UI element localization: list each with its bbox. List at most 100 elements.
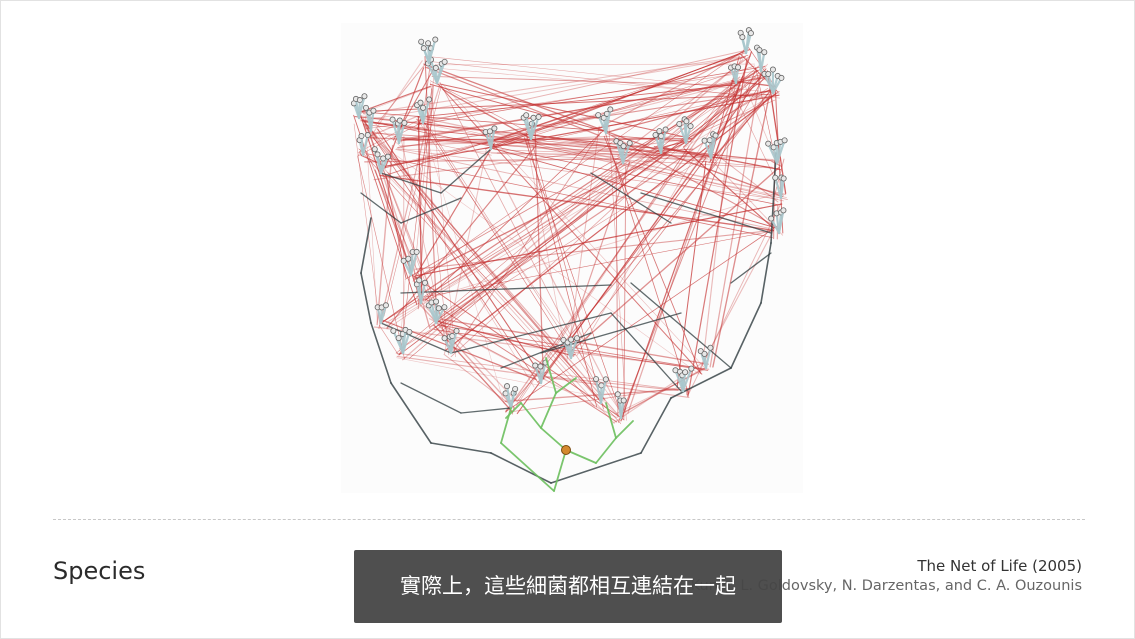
leaf-node [432,36,439,43]
leaf-node [374,151,381,158]
leaf-node [389,116,396,123]
transfer-link [366,151,440,323]
leaf-node [370,107,377,114]
leaf-node [688,365,695,372]
leaf-node [420,45,427,52]
leaf-node [593,376,600,383]
leaf-node [364,132,371,139]
transfer-link [546,376,679,391]
leaf-node [765,140,772,147]
leaf-node [371,146,378,153]
leaf-node [683,118,690,125]
leaf-node [390,327,397,334]
leaf-node [682,369,689,376]
tree-branch [640,397,672,454]
leaf-node [573,335,580,342]
highlighted-green-tree [500,357,634,492]
leaf-node [491,125,498,132]
tree-branch [730,302,762,369]
leaf-node [417,99,424,106]
leaf-node [676,120,683,127]
leaf-node [662,126,669,133]
leaf-node [356,97,363,104]
leaf-node [361,93,368,100]
leaf-node [701,137,708,144]
leaf-node [512,385,519,392]
leaf-node [433,298,440,305]
green-branch [520,402,542,429]
green-branch [500,442,555,492]
transfer-link [413,191,782,304]
leaf-node [739,34,746,41]
leaf-node [441,335,448,342]
leaf-node [778,74,785,81]
slide-frame: Species The Net of Life (2005) V. Kunin,… [0,0,1135,639]
leaf-node [426,96,433,103]
leaf-node [602,376,609,383]
leaf-node [620,143,627,150]
leaf-node [420,104,427,111]
highlight-node [561,445,571,455]
leaf-node [656,128,663,135]
leaf-node [532,362,539,369]
transfer-link [623,166,627,420]
leaf-node [422,279,429,286]
leaf-node [620,397,627,404]
leaf-node [537,363,544,370]
green-branch [500,407,512,444]
leaf-node [358,133,365,140]
leaf-node [416,277,423,284]
leaf-node [607,106,614,113]
tree-branch [370,322,392,384]
leaf-node [768,215,775,222]
leaf-node [362,104,369,111]
leaf-node [595,112,602,119]
leaf-node [382,302,389,309]
transfer-link [443,353,509,404]
leaf-node [687,123,694,130]
leaf-node [780,207,787,214]
transfer-link [434,63,756,66]
leaf-node [435,305,442,312]
leaf-node [432,64,439,71]
leaf-node [395,335,402,342]
leaf-node [772,174,779,181]
transfer-link [416,66,765,126]
leaf-node [761,49,768,56]
tree-branch [490,452,552,484]
leaf-node [535,113,542,120]
leaf-node [707,344,714,351]
leaf-node [747,30,754,37]
leaf-node [614,391,621,398]
leaf-node [701,350,708,357]
tree-branch [360,272,372,324]
leaf-node [413,248,420,255]
green-branch [553,449,567,492]
green-branch [615,420,634,439]
leaf-node [769,66,776,73]
section-title: Species [53,557,146,585]
leaf-node [530,114,537,121]
leaf-node [441,304,448,311]
tree-branch [460,407,512,414]
tree-branch [610,312,682,392]
transfer-link [396,163,623,354]
divider-line [53,519,1085,520]
leaf-node [453,327,460,334]
leaf-node [626,140,633,147]
leaf-node [781,137,788,144]
tree-branch [400,382,462,414]
leaf-node [756,47,763,54]
leaf-node [765,71,772,78]
transfer-link [615,369,706,415]
leaf-node [384,153,391,160]
network-diagram [350,27,788,492]
leaf-node [504,383,511,390]
leaf-node [780,175,787,182]
green-branch [595,437,617,464]
leaf-node [425,40,432,47]
leaf-node [418,38,425,45]
leaf-branch [704,346,712,370]
leaf-node [735,64,742,71]
leaf-node [401,119,408,126]
